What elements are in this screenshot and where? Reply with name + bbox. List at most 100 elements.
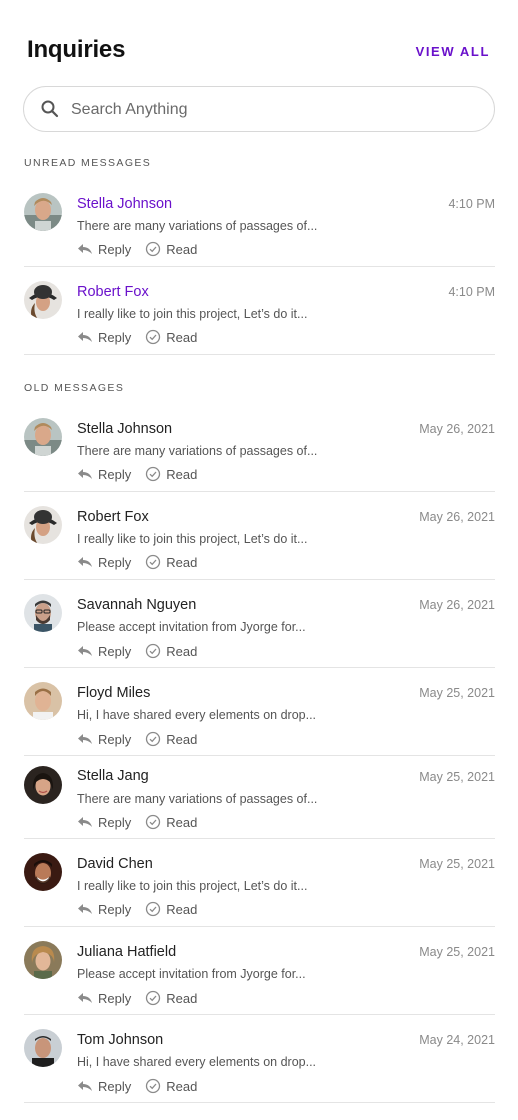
check-circle-icon: [146, 1078, 161, 1094]
reply-button[interactable]: Reply: [77, 902, 131, 917]
mark-read-button[interactable]: Read: [145, 901, 197, 917]
message-actions: Reply Read: [77, 642, 197, 660]
mark-read-button[interactable]: Read: [145, 990, 197, 1006]
mark-read-button[interactable]: Read: [145, 731, 197, 747]
avatar: [24, 1029, 62, 1067]
mark-read-button[interactable]: Read: [145, 329, 197, 345]
unread-section-label: UNREAD MESSAGES: [24, 157, 152, 169]
message-preview: There are many variations of passages of…: [77, 219, 318, 233]
read-label: Read: [166, 329, 198, 345]
search-input[interactable]: [71, 97, 471, 123]
message-item[interactable]: Robert Fox 4:10 PM I really like to join…: [24, 267, 495, 355]
mark-read-button[interactable]: Read: [145, 466, 197, 482]
mark-read-button[interactable]: Read: [145, 241, 197, 257]
reply-button[interactable]: Reply: [77, 555, 131, 570]
message-actions: Reply Read: [77, 553, 197, 571]
message-actions: Reply Read: [77, 730, 197, 748]
message-time: May 26, 2021: [419, 598, 495, 612]
mark-read-button[interactable]: Read: [145, 814, 197, 830]
message-preview: There are many variations of passages of…: [77, 792, 318, 806]
page-header: Inquiries VIEW ALL: [0, 0, 518, 80]
avatar: [24, 682, 62, 720]
message-time: 4:10 PM: [448, 285, 495, 299]
avatar: [24, 941, 62, 979]
check-circle-icon: [146, 990, 161, 1006]
message-item[interactable]: Savannah Nguyen May 26, 2021 Please acce…: [24, 580, 495, 668]
sender-name[interactable]: Stella Johnson: [77, 196, 172, 212]
check-circle-icon: [146, 643, 161, 659]
read-label: Read: [166, 1078, 198, 1094]
message-item[interactable]: David Chen May 25, 2021 I really like to…: [24, 839, 495, 927]
avatar: [24, 193, 62, 231]
sender-name[interactable]: Robert Fox: [77, 284, 149, 300]
message-item[interactable]: Robert Fox May 26, 2021 I really like to…: [24, 492, 495, 580]
mark-read-button[interactable]: Read: [145, 643, 197, 659]
read-label: Read: [166, 990, 198, 1006]
reply-button[interactable]: Reply: [77, 242, 131, 257]
message-item[interactable]: Stella Johnson May 26, 2021 There are ma…: [24, 405, 495, 492]
reply-button[interactable]: Reply: [77, 991, 131, 1006]
message-time: May 24, 2021: [419, 1033, 495, 1047]
read-label: Read: [166, 731, 198, 747]
message-preview: Please accept invitation from Jyorge for…: [77, 620, 306, 634]
view-all-link[interactable]: VIEW ALL: [416, 44, 490, 59]
sender-name[interactable]: Tom Johnson: [77, 1032, 163, 1048]
read-label: Read: [166, 814, 198, 830]
reply-icon: [78, 817, 92, 827]
check-circle-icon: [146, 241, 161, 257]
reply-label: Reply: [98, 329, 132, 345]
reply-button[interactable]: Reply: [77, 330, 131, 345]
message-actions: Reply Read: [77, 813, 197, 831]
reply-button[interactable]: Reply: [77, 815, 131, 830]
message-preview: Hi, I have shared every elements on drop…: [77, 708, 317, 722]
reply-button[interactable]: Reply: [77, 467, 131, 482]
reply-label: Reply: [98, 466, 132, 482]
read-label: Read: [166, 466, 198, 482]
search-bar[interactable]: [23, 86, 495, 132]
page-title: Inquiries: [27, 36, 126, 63]
check-circle-icon: [146, 731, 161, 747]
message-preview: I really like to join this project, Let’…: [77, 879, 308, 893]
check-circle-icon: [146, 554, 161, 570]
avatar: [24, 281, 62, 319]
sender-name[interactable]: David Chen: [77, 856, 153, 872]
message-item[interactable]: Floyd Miles May 25, 2021 Hi, I have shar…: [24, 668, 495, 756]
reply-label: Reply: [98, 990, 132, 1006]
reply-icon: [78, 469, 92, 479]
reply-button[interactable]: Reply: [77, 1079, 131, 1094]
message-item[interactable]: Juliana Hatfield May 25, 2021 Please acc…: [24, 927, 495, 1015]
mark-read-button[interactable]: Read: [145, 554, 197, 570]
mark-read-button[interactable]: Read: [145, 1078, 197, 1094]
message-preview: I really like to join this project, Let’…: [77, 532, 308, 546]
message-item[interactable]: Stella Jang May 25, 2021 There are many …: [24, 756, 495, 839]
reply-button[interactable]: Reply: [77, 732, 131, 747]
reply-icon: [78, 244, 92, 254]
avatar: [24, 506, 62, 544]
message-item[interactable]: Stella Johnson 4:10 PM There are many va…: [24, 180, 495, 267]
sender-name[interactable]: Juliana Hatfield: [77, 944, 176, 960]
message-time: May 25, 2021: [419, 770, 495, 784]
message-time: May 25, 2021: [419, 857, 495, 871]
reply-icon: [78, 1081, 92, 1091]
message-actions: Reply Read: [77, 465, 197, 483]
message-time: May 26, 2021: [419, 510, 495, 524]
sender-name[interactable]: Floyd Miles: [77, 685, 150, 701]
reply-label: Reply: [98, 731, 132, 747]
reply-icon: [78, 332, 92, 342]
sender-name[interactable]: Robert Fox: [77, 509, 149, 525]
reply-label: Reply: [98, 241, 132, 257]
sender-name[interactable]: Savannah Nguyen: [77, 597, 196, 613]
message-item[interactable]: Tom Johnson May 24, 2021 Hi, I have shar…: [24, 1015, 495, 1103]
avatar: [24, 766, 62, 804]
avatar: [24, 853, 62, 891]
read-label: Read: [166, 643, 198, 659]
check-circle-icon: [146, 901, 161, 917]
reply-label: Reply: [98, 554, 132, 570]
sender-name[interactable]: Stella Johnson: [77, 421, 172, 437]
check-circle-icon: [146, 466, 161, 482]
message-preview: Hi, I have shared every elements on drop…: [77, 1055, 317, 1069]
sender-name[interactable]: Stella Jang: [77, 768, 149, 784]
reply-button[interactable]: Reply: [77, 644, 131, 659]
read-label: Read: [166, 901, 198, 917]
reply-label: Reply: [98, 814, 132, 830]
